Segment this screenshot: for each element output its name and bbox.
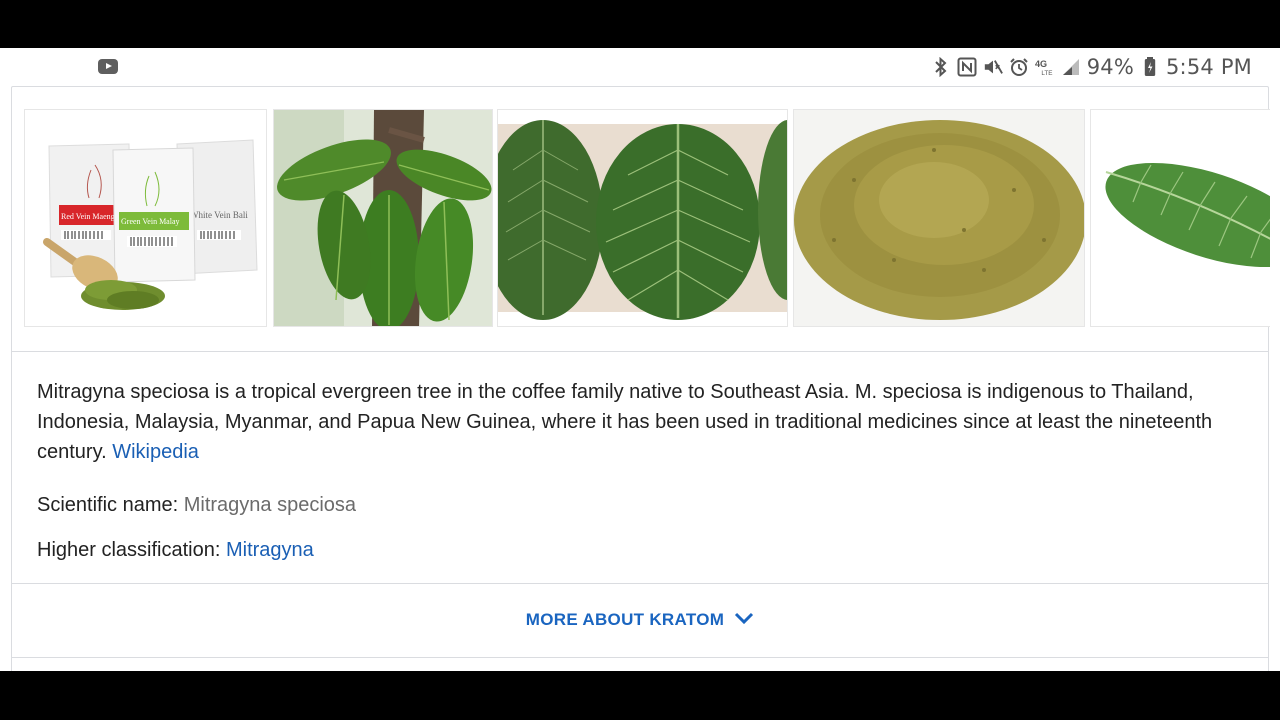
svg-text:LTE: LTE: [1041, 70, 1052, 77]
signal-icon: [1061, 57, 1081, 77]
letterbox-bottom: [0, 671, 1280, 720]
fact-scientific-name: Scientific name: Mitragyna speciosa: [37, 492, 356, 518]
scientific-name-value: Mitragyna speciosa: [183, 494, 357, 516]
image-kratom-tree-leaves[interactable]: [273, 109, 493, 327]
image-kratom-single-leaf[interactable]: [1090, 109, 1270, 327]
svg-text:4G: 4G: [1035, 59, 1047, 69]
lte-icon: 4G LTE: [1035, 57, 1055, 77]
battery-percent: 94%: [1086, 55, 1134, 79]
image-kratom-product-bags[interactable]: White Vein Bali Red Vein Maeng Da Green …: [24, 109, 267, 327]
youtube-icon: [98, 59, 118, 74]
chevron-down-icon: [734, 611, 754, 630]
more-about-button[interactable]: MORE ABOUT KRATOM: [12, 584, 1268, 656]
letterbox-top: [0, 0, 1280, 48]
status-icons: 4G LTE 94% 5:54 PM: [931, 54, 1252, 80]
image-kratom-powder-pile[interactable]: [793, 109, 1085, 327]
mute-icon: [983, 57, 1003, 77]
image-strip[interactable]: White Vein Bali Red Vein Maeng Da Green …: [12, 87, 1270, 352]
divider: [12, 657, 1268, 658]
more-about-label: MORE ABOUT KRATOM: [525, 610, 725, 629]
bag-label-white: White Vein Bali: [190, 210, 248, 220]
divider: [12, 351, 1268, 352]
bag-label-green: Green Vein Malay: [121, 217, 180, 226]
phone-screen: 4G LTE 94% 5:54 PM White Vein Bali Red V…: [0, 48, 1280, 671]
battery-icon: [1140, 57, 1160, 77]
higher-classification-label: Higher classification:: [37, 539, 221, 561]
fact-higher-classification: Higher classification: Mitragyna: [37, 537, 314, 563]
scientific-name-label: Scientific name:: [37, 494, 179, 516]
image-kratom-leaves-closeup[interactable]: [497, 109, 788, 327]
higher-classification-link[interactable]: Mitragyna: [226, 539, 314, 561]
knowledge-card: White Vein Bali Red Vein Maeng Da Green …: [11, 86, 1270, 671]
nfc-icon: [957, 57, 977, 77]
status-bar: 4G LTE 94% 5:54 PM: [0, 48, 1280, 86]
wikipedia-link[interactable]: Wikipedia: [112, 441, 199, 463]
clock: 5:54 PM: [1165, 55, 1252, 79]
description-text: Mitragyna speciosa is a tropical evergre…: [37, 381, 1213, 463]
description: Mitragyna speciosa is a tropical evergre…: [37, 377, 1242, 467]
alarm-icon: [1009, 57, 1029, 77]
bluetooth-icon: [931, 57, 951, 77]
